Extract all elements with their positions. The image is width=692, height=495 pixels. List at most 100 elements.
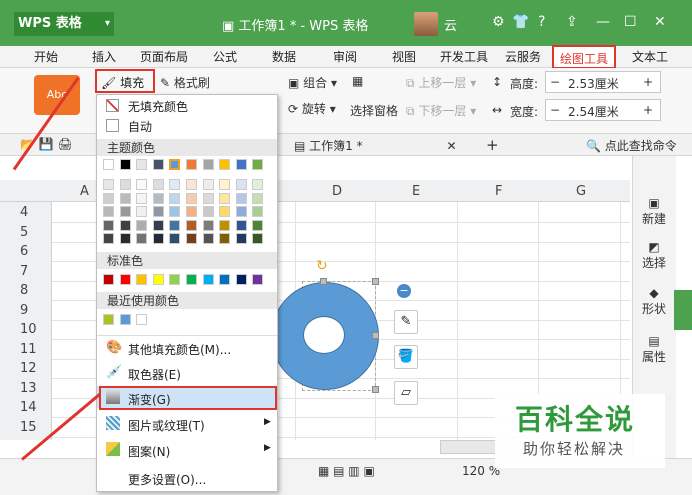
color-swatch[interactable] (235, 159, 247, 170)
color-swatch[interactable] (136, 179, 148, 190)
resize-handle[interactable] (372, 386, 379, 393)
color-swatch[interactable] (169, 274, 181, 285)
row-number[interactable]: 10 (20, 322, 50, 337)
width-plus[interactable]: + (643, 103, 653, 117)
tab-insert[interactable]: 插入 (92, 48, 116, 65)
column-f[interactable]: F (495, 184, 502, 199)
no-fill-item[interactable]: 无填充颜色 (128, 98, 188, 115)
color-swatch[interactable] (186, 179, 197, 190)
row-number[interactable]: 15 (20, 420, 50, 435)
height-minus[interactable]: − (550, 75, 560, 89)
help-icon[interactable]: ? (538, 14, 545, 30)
close-tab-icon[interactable]: ✕ (446, 139, 456, 153)
color-swatch[interactable] (219, 192, 231, 204)
color-swatch[interactable] (152, 274, 164, 285)
tab-view[interactable]: 视图 (392, 48, 416, 65)
share-icon[interactable]: ⇪ (566, 14, 578, 30)
column-d[interactable]: D (332, 184, 342, 199)
color-swatch[interactable] (202, 179, 214, 190)
color-swatch[interactable] (119, 219, 131, 231)
color-swatch[interactable] (202, 219, 214, 231)
color-swatch[interactable] (119, 274, 131, 285)
color-swatch[interactable] (136, 206, 148, 217)
color-swatch[interactable] (186, 219, 197, 231)
color-swatch[interactable] (136, 233, 148, 244)
row-number[interactable]: 9 (20, 303, 50, 318)
new-panel-button[interactable]: ▣ 新建 (632, 196, 676, 227)
minimize-icon[interactable]: — (596, 14, 610, 30)
row-number[interactable]: 7 (20, 264, 50, 279)
color-swatch[interactable] (136, 314, 148, 325)
height-plus[interactable]: + (643, 75, 653, 89)
color-swatch[interactable] (219, 206, 231, 217)
tab-review[interactable]: 审阅 (333, 48, 357, 65)
color-swatch[interactable] (235, 179, 247, 190)
column-a[interactable]: A (80, 184, 89, 199)
color-swatch[interactable] (119, 159, 131, 170)
fill-icon[interactable]: 🪣 (394, 345, 418, 369)
outline-icon[interactable]: ▱ (394, 381, 418, 405)
color-swatch[interactable] (235, 192, 247, 204)
color-swatch[interactable] (252, 274, 264, 285)
close-icon[interactable]: ✕ (654, 14, 666, 30)
doc-tab[interactable]: ▤ 工作簿1 * ✕ (294, 137, 457, 154)
resize-handle[interactable] (372, 332, 379, 339)
color-swatch[interactable] (136, 274, 148, 285)
shirt-icon[interactable]: 👕 (512, 14, 529, 30)
color-swatch[interactable] (186, 192, 197, 204)
color-swatch[interactable] (235, 206, 247, 217)
color-swatch[interactable] (152, 206, 164, 217)
column-e[interactable]: E (412, 184, 420, 199)
send-backward-button[interactable]: ⧉ 下移一层 ▾ (406, 102, 476, 119)
color-swatch[interactable] (152, 233, 164, 244)
color-swatch[interactable] (103, 192, 114, 204)
color-swatch[interactable] (119, 233, 131, 244)
maximize-icon[interactable]: ☐ (624, 14, 637, 30)
color-swatch[interactable] (103, 159, 114, 170)
tab-text-tools[interactable]: 文本工 (632, 48, 668, 65)
tab-data[interactable]: 数据 (272, 48, 296, 65)
properties-panel-button[interactable]: ▤ 属性 (632, 334, 676, 365)
color-swatch[interactable] (152, 179, 164, 190)
color-swatch[interactable] (169, 219, 181, 231)
color-swatch[interactable] (186, 159, 197, 170)
color-swatch[interactable] (103, 314, 114, 325)
color-swatch[interactable] (219, 219, 231, 231)
color-swatch[interactable] (235, 233, 247, 244)
color-swatch[interactable] (235, 274, 247, 285)
tab-developer[interactable]: 开发工具 (440, 48, 488, 65)
color-swatch[interactable] (202, 274, 214, 285)
format-brush-button[interactable]: ✎ 格式刷 (160, 74, 210, 91)
view-mode-icons[interactable]: ▦ ▤ ▥ ▣ (318, 464, 375, 478)
color-swatch[interactable] (202, 159, 214, 170)
pattern-item[interactable]: 图案(N) (128, 443, 170, 460)
color-swatch[interactable] (219, 159, 231, 170)
color-swatch[interactable] (186, 233, 197, 244)
color-swatch[interactable] (219, 179, 231, 190)
color-swatch[interactable] (152, 159, 164, 170)
color-swatch[interactable] (252, 206, 264, 217)
color-swatch[interactable] (103, 206, 114, 217)
tab-cloud[interactable]: 云服务 (505, 48, 541, 65)
rotate-handle-icon[interactable]: ↻ (316, 258, 328, 274)
color-swatch[interactable] (136, 192, 148, 204)
color-swatch[interactable] (169, 192, 181, 204)
color-swatch[interactable] (219, 274, 231, 285)
color-swatch[interactable] (252, 219, 264, 231)
group-button[interactable]: ▣ 组合 ▾ (288, 74, 337, 91)
bring-forward-button[interactable]: ⧉ 上移一层 ▾ (406, 74, 476, 91)
color-swatch[interactable] (119, 206, 131, 217)
new-tab-icon[interactable]: + (486, 136, 499, 154)
gear-icon[interactable]: ⚙ (492, 14, 505, 30)
tab-home[interactable]: 开始 (34, 48, 58, 65)
color-swatch[interactable] (169, 179, 181, 190)
color-swatch[interactable] (119, 314, 131, 325)
row-number[interactable]: 5 (20, 225, 50, 240)
color-swatch[interactable] (119, 179, 131, 190)
color-swatch[interactable] (152, 219, 164, 231)
color-swatch[interactable] (252, 179, 264, 190)
color-swatch[interactable] (169, 159, 181, 170)
color-swatch[interactable] (152, 192, 164, 204)
avatar[interactable] (414, 12, 438, 36)
width-input[interactable]: 2.54厘米 (568, 103, 619, 120)
